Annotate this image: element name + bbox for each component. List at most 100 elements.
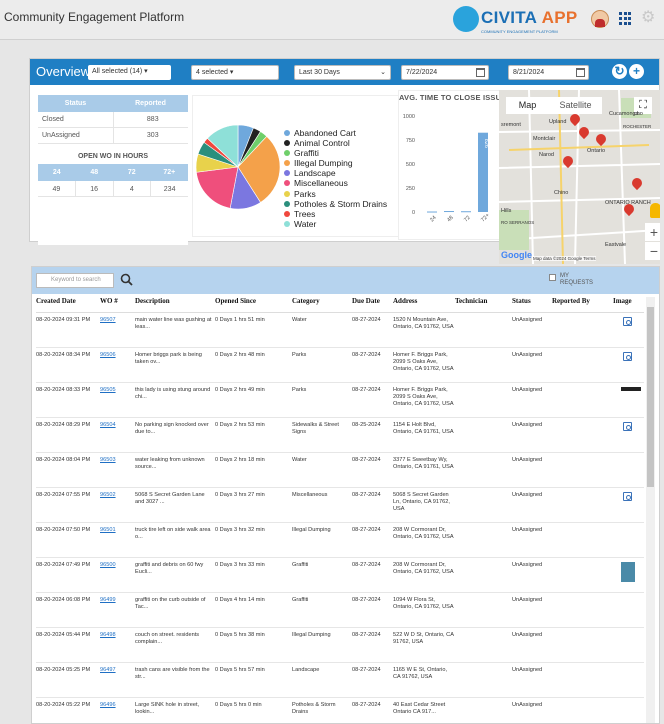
table-cell: 08-20-2024 08:29 PM bbox=[36, 417, 100, 453]
table-row[interactable]: 08-20-2024 08:29 PM 96504 No parking sign … bbox=[36, 417, 644, 453]
apps-grid-icon[interactable] bbox=[619, 12, 632, 25]
table-cell: Graffiti bbox=[292, 592, 352, 628]
bar[interactable] bbox=[427, 211, 437, 213]
legend-item[interactable]: Potholes & Storm Drains bbox=[284, 199, 387, 209]
map-tab[interactable]: Map bbox=[506, 97, 549, 114]
work-order-link[interactable]: 96504 bbox=[100, 417, 135, 453]
table-row[interactable]: 08-20-2024 07:49 PM 96500 graffiti and deb… bbox=[36, 557, 644, 593]
legend-item[interactable]: Graffiti bbox=[284, 148, 387, 158]
column-header[interactable]: Technician bbox=[455, 297, 512, 313]
column-header[interactable]: Status bbox=[512, 297, 552, 313]
image-attachment-icon[interactable] bbox=[623, 351, 632, 361]
table-cell: Graffiti bbox=[292, 557, 352, 593]
zoom-in-button[interactable]: + bbox=[645, 223, 660, 241]
satellite-tab[interactable]: Satellite bbox=[549, 97, 602, 114]
table-row[interactable]: 08-20-2024 05:22 PM 96496 Large SINK hole … bbox=[36, 697, 644, 723]
column-header[interactable]: Category bbox=[292, 297, 352, 313]
column-header[interactable]: Reported By bbox=[552, 297, 613, 313]
my-requests-toggle[interactable]: MY REQUESTS bbox=[549, 273, 596, 287]
column-header[interactable]: Created Date bbox=[36, 297, 100, 313]
map-widget[interactable]: Map Satellite ⛶ Upland Montclair Ontario… bbox=[499, 90, 660, 264]
column-header[interactable]: Due Date bbox=[352, 297, 393, 313]
work-order-link[interactable]: 96496 bbox=[100, 697, 135, 723]
legend-item[interactable]: Abandoned Cart bbox=[284, 128, 387, 138]
start-date-input[interactable]: 7/22/2024 bbox=[401, 65, 489, 80]
table-cell bbox=[455, 522, 512, 558]
work-order-link[interactable]: 96502 bbox=[100, 487, 135, 523]
table-cell: 08-27-2024 bbox=[352, 347, 393, 383]
table-cell bbox=[455, 592, 512, 628]
work-order-link[interactable]: 96501 bbox=[100, 522, 135, 558]
table-cell bbox=[455, 627, 512, 663]
status-select[interactable]: 4 selected ▾ bbox=[191, 65, 279, 80]
bar[interactable] bbox=[461, 211, 471, 213]
image-thumbnail[interactable] bbox=[621, 386, 641, 391]
image-attachment-icon[interactable] bbox=[623, 491, 632, 501]
work-order-link[interactable]: 96497 bbox=[100, 662, 135, 698]
street-view-pegman-icon[interactable] bbox=[650, 203, 660, 218]
work-order-link[interactable]: 96500 bbox=[100, 557, 135, 593]
column-header[interactable]: Address bbox=[393, 297, 455, 313]
gear-icon[interactable]: ⚙ bbox=[641, 10, 657, 26]
search-input[interactable]: Keyword to search bbox=[36, 273, 114, 288]
legend-item[interactable]: Parks bbox=[284, 189, 387, 199]
legend-item[interactable]: Landscape bbox=[284, 168, 387, 178]
table-row[interactable]: 08-20-2024 08:34 PM 96506 Homer briggs par… bbox=[36, 347, 644, 383]
stat-row: UnAssigned 303 bbox=[38, 128, 188, 144]
category-select[interactable]: All selected (14) ▾ bbox=[88, 65, 171, 80]
add-icon[interactable]: + bbox=[629, 64, 644, 79]
date-range-select[interactable]: Last 30 Days ⌄ bbox=[294, 65, 391, 80]
table-cell: Large SINK hole in street, lookin... bbox=[135, 697, 215, 723]
civita-logo[interactable]: CIVITA APP COMMUNITY ENGAGEMENT PLATFORM bbox=[453, 6, 583, 36]
search-icon[interactable] bbox=[120, 273, 133, 286]
table-cell: graffiti and debris on 60 fwy Eucli... bbox=[135, 557, 215, 593]
image-cell bbox=[613, 347, 644, 383]
table-cell: 08-20-2024 08:34 PM bbox=[36, 347, 100, 383]
work-order-link[interactable]: 96503 bbox=[100, 452, 135, 488]
column-header[interactable]: Description bbox=[135, 297, 215, 313]
table-cell: 08-27-2024 bbox=[352, 312, 393, 348]
legend-item[interactable]: Trees bbox=[284, 209, 387, 219]
column-header[interactable]: Image bbox=[613, 297, 644, 313]
table-row[interactable]: 08-20-2024 08:04 PM 96503 water leaking fr… bbox=[36, 452, 644, 488]
table-scrollbar[interactable] bbox=[646, 297, 655, 723]
table-cell bbox=[552, 382, 613, 418]
work-order-link[interactable]: 96498 bbox=[100, 627, 135, 663]
zoom-out-button[interactable]: − bbox=[645, 242, 660, 260]
bar[interactable] bbox=[444, 211, 454, 213]
legend-item[interactable]: Illegal Dumping bbox=[284, 158, 387, 168]
table-row[interactable]: 08-20-2024 07:55 PM 96502 5068 S Secret Ga… bbox=[36, 487, 644, 523]
table-cell: 08-20-2024 07:50 PM bbox=[36, 522, 100, 558]
my-requests-checkbox[interactable] bbox=[549, 274, 556, 281]
end-date-input[interactable]: 8/21/2024 bbox=[508, 65, 589, 80]
table-row[interactable]: 08-20-2024 08:33 PM 96505 this lady is usi… bbox=[36, 382, 644, 418]
column-header[interactable]: Opened Since bbox=[215, 297, 292, 313]
image-attachment-icon[interactable] bbox=[623, 421, 632, 431]
table-row[interactable]: 08-20-2024 09:31 PM 96507 main water line … bbox=[36, 312, 644, 348]
table-row[interactable]: 08-20-2024 07:50 PM 96501 truck tire left … bbox=[36, 522, 644, 558]
table-cell: UnAssigned bbox=[512, 522, 552, 558]
work-order-link[interactable]: 96507 bbox=[100, 312, 135, 348]
work-order-link[interactable]: 96505 bbox=[100, 382, 135, 418]
table-row[interactable]: 08-20-2024 05:25 PM 96497 trash cans are v… bbox=[36, 662, 644, 698]
user-avatar-icon[interactable] bbox=[591, 10, 609, 28]
legend-item[interactable]: Animal Control bbox=[284, 138, 387, 148]
table-cell: Potholes & Storm Drains bbox=[292, 697, 352, 723]
table-cell bbox=[552, 697, 613, 723]
table-cell bbox=[455, 452, 512, 488]
column-header[interactable]: WO # bbox=[100, 297, 135, 313]
legend-item[interactable]: Miscellaneous bbox=[284, 178, 387, 188]
image-thumbnail[interactable] bbox=[621, 561, 635, 582]
table-row[interactable]: 08-20-2024 05:44 PM 96498 couch on street.… bbox=[36, 627, 644, 663]
table-row[interactable]: 08-20-2024 06:08 PM 96499 graffiti on the … bbox=[36, 592, 644, 628]
map-attribution[interactable]: Map data ©2024 Google Terms bbox=[533, 256, 596, 261]
table-cell bbox=[455, 557, 512, 593]
work-order-link[interactable]: 96506 bbox=[100, 347, 135, 383]
scrollbar-thumb[interactable] bbox=[647, 307, 654, 487]
legend-label: Parks bbox=[294, 188, 316, 199]
refresh-icon[interactable]: ↻ bbox=[612, 64, 627, 79]
table-cell bbox=[455, 347, 512, 383]
legend-item[interactable]: Water bbox=[284, 219, 387, 229]
work-order-link[interactable]: 96499 bbox=[100, 592, 135, 628]
image-attachment-icon[interactable] bbox=[623, 316, 632, 326]
